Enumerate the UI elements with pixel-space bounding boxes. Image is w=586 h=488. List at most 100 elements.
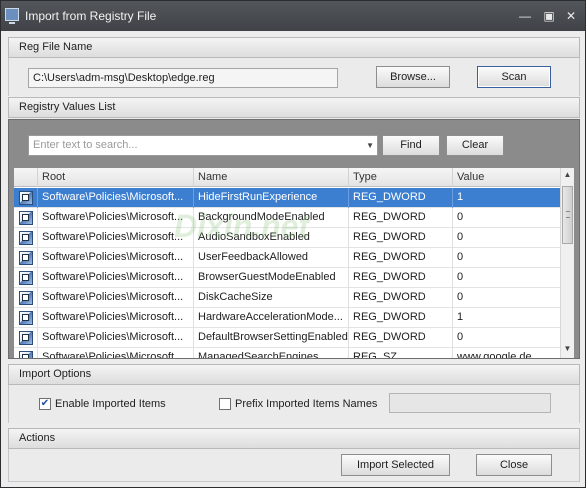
- cell-type: REG_DWORD: [349, 328, 453, 348]
- scroll-down-icon[interactable]: ▼: [561, 342, 574, 356]
- cell-type: REG_DWORD: [349, 308, 453, 328]
- cell-type: REG_DWORD: [349, 208, 453, 228]
- table-row[interactable]: Software\Policies\Microsoft... AudioSandb…: [14, 228, 560, 248]
- cell-root: Software\Policies\Microsoft...: [38, 228, 194, 248]
- cell-root: Software\Policies\Microsoft...: [38, 348, 194, 358]
- close-icon[interactable]: ✕: [562, 7, 580, 25]
- scroll-up-icon[interactable]: ▲: [561, 168, 574, 182]
- cell-value: 0: [457, 251, 464, 263]
- close-button[interactable]: Close: [476, 454, 552, 476]
- cell-type: REG_DWORD: [349, 188, 453, 208]
- cell-value: www.google.de: [457, 351, 532, 358]
- import-registry-dialog: Import from Registry File — ▣ ✕ Reg File…: [0, 0, 586, 488]
- row-icon-cell: [14, 228, 38, 248]
- actions-section-header: Actions: [8, 428, 580, 449]
- cell-name: HideFirstRunExperience: [194, 188, 349, 208]
- registry-value-icon: [19, 251, 33, 265]
- prefix-imported-items-checkbox[interactable]: [219, 398, 231, 410]
- vertical-scrollbar[interactable]: ▲ ▼: [560, 168, 574, 358]
- registry-values-panel: Enter text to search... ▼ Find Clear Roo…: [8, 119, 580, 359]
- row-icon-cell: [14, 288, 38, 308]
- cell-type: REG_DWORD: [349, 268, 453, 288]
- minimize-icon[interactable]: —: [516, 7, 534, 25]
- cell-value: 0: [457, 211, 464, 223]
- icon-column-header: [14, 168, 38, 187]
- cell-root: Software\Policies\Microsoft...: [38, 208, 194, 228]
- registry-value-icon: [19, 311, 33, 325]
- table-row[interactable]: Software\Policies\Microsoft... DefaultBro…: [14, 328, 560, 348]
- cell-type: REG_DWORD: [349, 248, 453, 268]
- cell-value: 1: [457, 311, 464, 323]
- cell-type: REG_DWORD: [349, 228, 453, 248]
- row-icon-cell: [14, 308, 38, 328]
- row-icon-cell: [14, 348, 38, 358]
- cell-root: Software\Policies\Microsoft...: [38, 308, 194, 328]
- column-header-value[interactable]: Value: [453, 168, 560, 187]
- registry-values-table[interactable]: Root Name Type Value Software\Policies\M…: [14, 168, 574, 358]
- cell-name: BackgroundModeEnabled: [194, 208, 349, 228]
- registry-value-icon: [19, 271, 33, 285]
- cell-name: ManagedSearchEngines: [194, 348, 349, 358]
- column-header-root[interactable]: Root: [38, 168, 194, 187]
- scan-button[interactable]: Scan: [477, 66, 551, 88]
- reg-file-section-header: Reg File Name: [8, 37, 580, 58]
- find-button[interactable]: Find: [382, 135, 440, 156]
- table-row[interactable]: Software\Policies\Microsoft... HardwareAc…: [14, 308, 560, 328]
- cell-name: UserFeedbackAllowed: [194, 248, 349, 268]
- cell-name: DiskCacheSize: [194, 288, 349, 308]
- column-header-name[interactable]: Name: [194, 168, 349, 187]
- registry-value-icon: [19, 191, 33, 205]
- maximize-icon[interactable]: ▣: [540, 7, 558, 25]
- registry-value-icon: [19, 351, 33, 358]
- browse-button[interactable]: Browse...: [376, 66, 450, 88]
- check-icon: ✔: [40, 398, 50, 409]
- title-bar[interactable]: Import from Registry File — ▣ ✕: [1, 1, 585, 31]
- enable-imported-items-checkbox[interactable]: ✔: [39, 398, 51, 410]
- cell-value: 0: [457, 231, 464, 243]
- clear-button[interactable]: Clear: [446, 135, 504, 156]
- cell-value: 0: [457, 271, 464, 283]
- prefix-input[interactable]: [389, 393, 551, 413]
- search-placeholder: Enter text to search...: [33, 139, 138, 151]
- table-row[interactable]: Software\Policies\Microsoft... DiskCacheS…: [14, 288, 560, 308]
- registry-value-icon: [19, 231, 33, 245]
- monitor-icon: [5, 8, 19, 24]
- cell-name: DefaultBrowserSettingEnabled: [194, 328, 349, 348]
- cell-name: BrowserGuestModeEnabled: [194, 268, 349, 288]
- table-row[interactable]: Software\Policies\Microsoft... ManagedSea…: [14, 348, 560, 358]
- prefix-imported-items-label: Prefix Imported Items Names: [235, 398, 378, 410]
- import-selected-button[interactable]: Import Selected: [341, 454, 450, 476]
- enable-imported-items-label: Enable Imported Items: [55, 398, 166, 410]
- import-options-section-header: Import Options: [8, 364, 580, 385]
- row-icon-cell: [14, 248, 38, 268]
- cell-type: REG_SZ: [349, 348, 453, 358]
- cell-value: 0: [457, 331, 464, 343]
- table-row[interactable]: Software\Policies\Microsoft... Background…: [14, 208, 560, 228]
- reg-file-panel: C:\Users\adm-msg\Desktop\edge.reg Browse…: [8, 58, 580, 96]
- table-row[interactable]: Software\Policies\Microsoft... BrowserGue…: [14, 268, 560, 288]
- table-row[interactable]: Software\Policies\Microsoft... UserFeedba…: [14, 248, 560, 268]
- scroll-thumb[interactable]: [562, 186, 573, 244]
- table-row[interactable]: Software\Policies\Microsoft... HideFirstR…: [14, 188, 560, 208]
- cell-value: 1: [457, 191, 464, 203]
- row-icon-cell: [14, 328, 38, 348]
- grip-icon: [566, 211, 570, 218]
- cell-type: REG_DWORD: [349, 288, 453, 308]
- table-header: Root Name Type Value: [14, 168, 560, 187]
- registry-value-icon: [19, 211, 33, 225]
- cell-root: Software\Policies\Microsoft...: [38, 268, 194, 288]
- registry-values-section-header: Registry Values List: [8, 97, 580, 118]
- cell-root: Software\Policies\Microsoft...: [38, 188, 194, 208]
- import-options-panel: ✔ Enable Imported Items Prefix Imported …: [8, 385, 580, 423]
- search-input[interactable]: Enter text to search... ▼: [28, 135, 378, 156]
- window-title: Import from Registry File: [25, 9, 157, 23]
- cell-root: Software\Policies\Microsoft...: [38, 328, 194, 348]
- cell-value: 0: [457, 291, 464, 303]
- row-icon-cell: [14, 268, 38, 288]
- row-icon-cell: [14, 208, 38, 228]
- registry-value-icon: [19, 291, 33, 305]
- cell-root: Software\Policies\Microsoft...: [38, 248, 194, 268]
- chevron-down-icon[interactable]: ▼: [366, 136, 374, 155]
- reg-file-path-field[interactable]: C:\Users\adm-msg\Desktop\edge.reg: [28, 68, 338, 88]
- column-header-type[interactable]: Type: [349, 168, 453, 187]
